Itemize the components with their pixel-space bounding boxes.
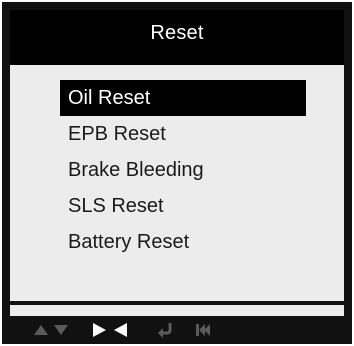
enter-return-icon [156,321,174,339]
screen-divider [10,301,344,305]
reset-menu: Oil Reset EPB Reset Brake Bleeding SLS R… [60,80,306,260]
title-bar: Reset [10,10,344,65]
device-frame: Reset Oil Reset EPB Reset Brake Bleeding… [2,2,352,344]
left-arrow-icon [112,321,130,339]
menu-item-epb-reset[interactable]: EPB Reset [60,116,306,152]
down-arrow-icon [52,321,70,339]
back-exit-icon [194,321,212,339]
key-hint-bar [10,318,344,342]
up-arrow-icon [32,321,50,339]
right-arrow-icon [90,321,108,339]
menu-item-brake-bleeding[interactable]: Brake Bleeding [60,152,306,188]
menu-item-sls-reset[interactable]: SLS Reset [60,188,306,224]
menu-item-oil-reset[interactable]: Oil Reset [60,80,306,116]
device-screen: Reset Oil Reset EPB Reset Brake Bleeding… [10,10,344,316]
menu-item-battery-reset[interactable]: Battery Reset [60,224,306,260]
page-title: Reset [150,22,204,44]
